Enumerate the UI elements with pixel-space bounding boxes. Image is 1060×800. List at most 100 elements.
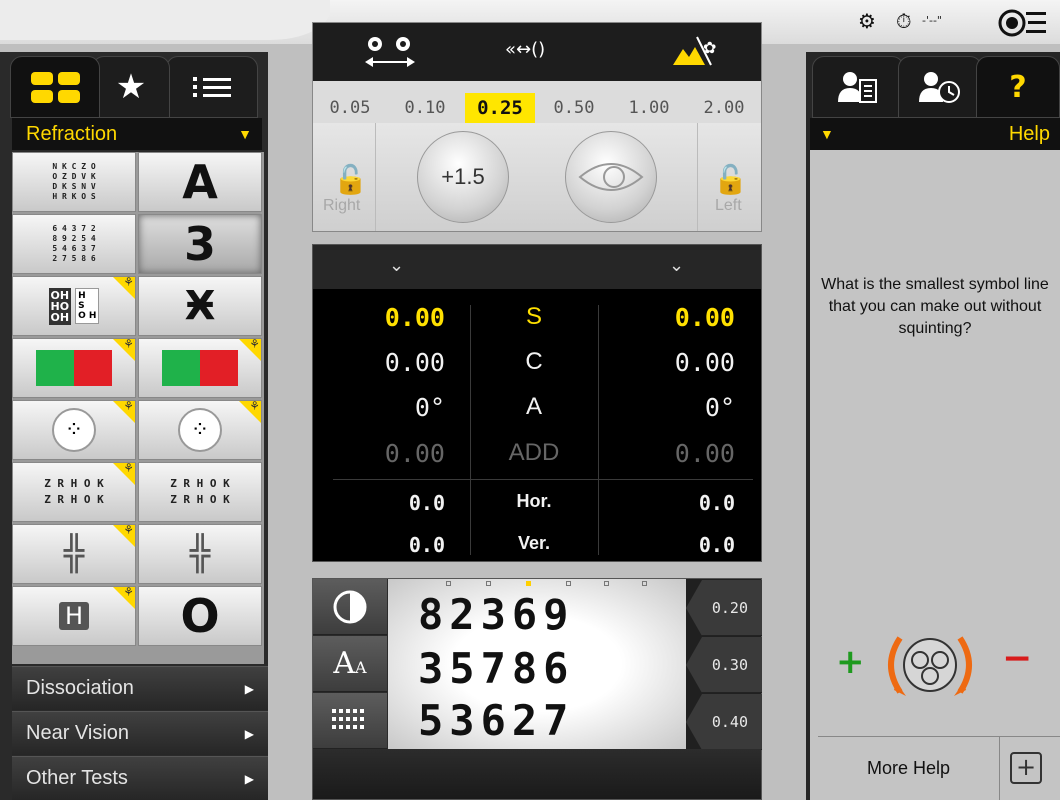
chevron-down-icon[interactable]: ⌄ (389, 255, 404, 276)
test-tile-dot-cluster-2[interactable]: ⁘ ⚘ (138, 400, 262, 460)
gear-icon[interactable]: ⚙ (858, 6, 876, 36)
test-tile-red-green-balance-2[interactable]: ⚘ (138, 338, 262, 398)
cylinder-label: C (525, 348, 543, 375)
butterfly-badge-icon: ⚘ (123, 524, 134, 537)
rotary-dial-icon (880, 630, 980, 704)
category-near-vision[interactable]: Near Vision ▶ (12, 711, 268, 755)
help-tab[interactable]: ? (976, 56, 1060, 118)
category-label: Dissociation (26, 677, 134, 699)
step-option[interactable]: 0.10 (390, 93, 460, 123)
distance-near-toggle-icon[interactable]: ✿ (671, 35, 721, 73)
more-help-button[interactable]: More Help (818, 736, 1000, 800)
binocular-eyes-icon[interactable] (361, 35, 421, 75)
butterfly-badge-icon: ⚘ (249, 400, 260, 413)
section-header-help[interactable]: ▼ Help (810, 118, 1060, 150)
lock-right-icon[interactable]: 🔓 (333, 163, 368, 196)
column-divider (470, 305, 471, 555)
test-tile-dot-cluster[interactable]: ⁘ ⚘ (12, 400, 136, 460)
dropdown-arrow-icon: ▼ (820, 126, 834, 142)
row-divider (333, 479, 753, 480)
butterfly-badge-icon: ⚘ (123, 400, 134, 413)
contrast-button[interactable] (313, 579, 387, 635)
right-axis-value[interactable]: 0° (305, 393, 445, 422)
line-indicator-dot (642, 581, 647, 586)
category-dissociation[interactable]: Dissociation ▶ (12, 666, 268, 710)
tile-mini-text: 6 4 3 7 28 9 2 5 4 5 4 6 3 72 7 5 8 6 (52, 224, 96, 263)
arrow-right-icon: ▶ (244, 681, 254, 696)
pattern-button[interactable] (313, 693, 387, 749)
category-label: Near Vision (26, 722, 130, 744)
right-horizontal-prism-value[interactable]: 0.0 (305, 491, 445, 515)
step-option-active[interactable]: 0.25 (465, 93, 535, 123)
dot-cluster-icon: ⁘ (52, 408, 96, 452)
right-lens-button[interactable]: +1.5 (417, 131, 509, 223)
test-tile-zrhok-chart-2[interactable]: Z R H O KZ R H O K (138, 462, 262, 522)
line-indicator-dot (604, 581, 609, 586)
expand-button[interactable]: + (1010, 752, 1042, 784)
line-indicator-dot (566, 581, 571, 586)
test-tile-cross-grid[interactable]: ╬ ⚘ (12, 524, 136, 584)
list-tab[interactable] (166, 56, 258, 118)
step-option[interactable]: 2.00 (689, 93, 759, 123)
step-option[interactable]: 0.05 (315, 93, 385, 123)
menu-icon[interactable] (998, 8, 1048, 42)
right-cylinder-value[interactable]: 0.00 (305, 348, 445, 377)
left-sphere-value[interactable]: 0.00 (595, 303, 735, 332)
right-eye-label: Right (323, 197, 361, 214)
timer-display: -'--" (922, 14, 942, 27)
patient-history-icon (919, 72, 960, 103)
test-tile-letter-chart[interactable]: N K C Z OO Z D V K D K S N VH R K O S (12, 152, 136, 212)
category-other-tests[interactable]: Other Tests ▶ (12, 756, 268, 800)
acuity-value[interactable]: 0.30 (686, 637, 762, 693)
test-tile-landolt-ring[interactable]: O (138, 586, 262, 646)
acuity-value[interactable]: 0.40 (686, 694, 762, 750)
patient-history-tab[interactable] (898, 56, 982, 118)
left-axis-value[interactable]: 0° (595, 393, 735, 422)
left-cylinder-value[interactable]: 0.00 (595, 348, 735, 377)
test-tile-butterfly[interactable]: Ӿ (138, 276, 262, 336)
section-header-refraction[interactable]: Refraction ▼ (12, 118, 262, 150)
chart-view[interactable]: 82369 35786 53627 (388, 579, 686, 749)
left-horizontal-prism-value[interactable]: 0.0 (595, 491, 735, 515)
left-add-value[interactable]: 0.00 (595, 439, 735, 468)
test-tile-number-chart[interactable]: 6 4 3 7 28 9 2 5 4 5 4 6 3 72 7 5 8 6 (12, 214, 136, 274)
right-add-value[interactable]: 0.00 (305, 439, 445, 468)
butterfly-badge-icon: ⚘ (249, 338, 260, 351)
step-option[interactable]: 1.00 (614, 93, 684, 123)
lock-left-icon[interactable]: 🔓 (713, 163, 748, 196)
chevron-down-icon[interactable]: ⌄ (669, 255, 684, 276)
chart-line[interactable]: 35786 (418, 645, 658, 693)
right-sphere-value[interactable]: 0.00 (305, 303, 445, 332)
left-vertical-prism-value[interactable]: 0.0 (595, 533, 735, 557)
dropdown-arrow-icon: ▼ (238, 126, 252, 142)
patient-record-icon (838, 72, 877, 103)
chart-line[interactable]: 53627 (418, 697, 658, 745)
test-tile-cross-grid-2[interactable]: ╬ (138, 524, 262, 584)
left-eye-label: Left (715, 197, 742, 214)
butterfly-badge-icon: ⚘ (123, 586, 134, 599)
test-tile-polarized-letters[interactable]: OH HO OH HSO H ⚘ (12, 276, 136, 336)
lens-power-value: +1.5 (441, 164, 485, 189)
stopwatch-icon[interactable]: ⏱ (896, 6, 912, 36)
cross-grid-icon: ╬ (189, 534, 211, 574)
test-tile-red-green-balance[interactable]: ⚘ (12, 338, 136, 398)
line-indicator-dot-active (526, 581, 531, 586)
test-tile-h-fixation[interactable]: H ⚘ (12, 586, 136, 646)
readout-header: ⌄ ⌄ (313, 245, 761, 289)
patient-record-tab[interactable] (812, 56, 904, 118)
test-tile-single-number[interactable]: 3 (138, 214, 262, 274)
column-divider (598, 305, 599, 555)
chart-line[interactable]: 82369 (418, 591, 658, 639)
butterfly-badge-icon: ⚘ (123, 276, 134, 289)
left-lens-button[interactable] (565, 131, 657, 223)
right-vertical-prism-value[interactable]: 0.0 (305, 533, 445, 557)
font-size-button[interactable]: AA (313, 636, 387, 692)
tests-grid-tab[interactable] (10, 56, 100, 118)
test-tile-single-letter[interactable]: A (138, 152, 262, 212)
landolt-ring-icon: O (180, 589, 220, 643)
favorites-tab[interactable]: ★ (92, 56, 170, 118)
step-option[interactable]: 0.50 (539, 93, 609, 123)
eye-distance-icon[interactable]: «↔() (505, 39, 545, 60)
acuity-value[interactable]: 0.20 (686, 580, 762, 636)
test-tile-zrhok-chart[interactable]: Z R H O KZ R H O K ⚘ (12, 462, 136, 522)
